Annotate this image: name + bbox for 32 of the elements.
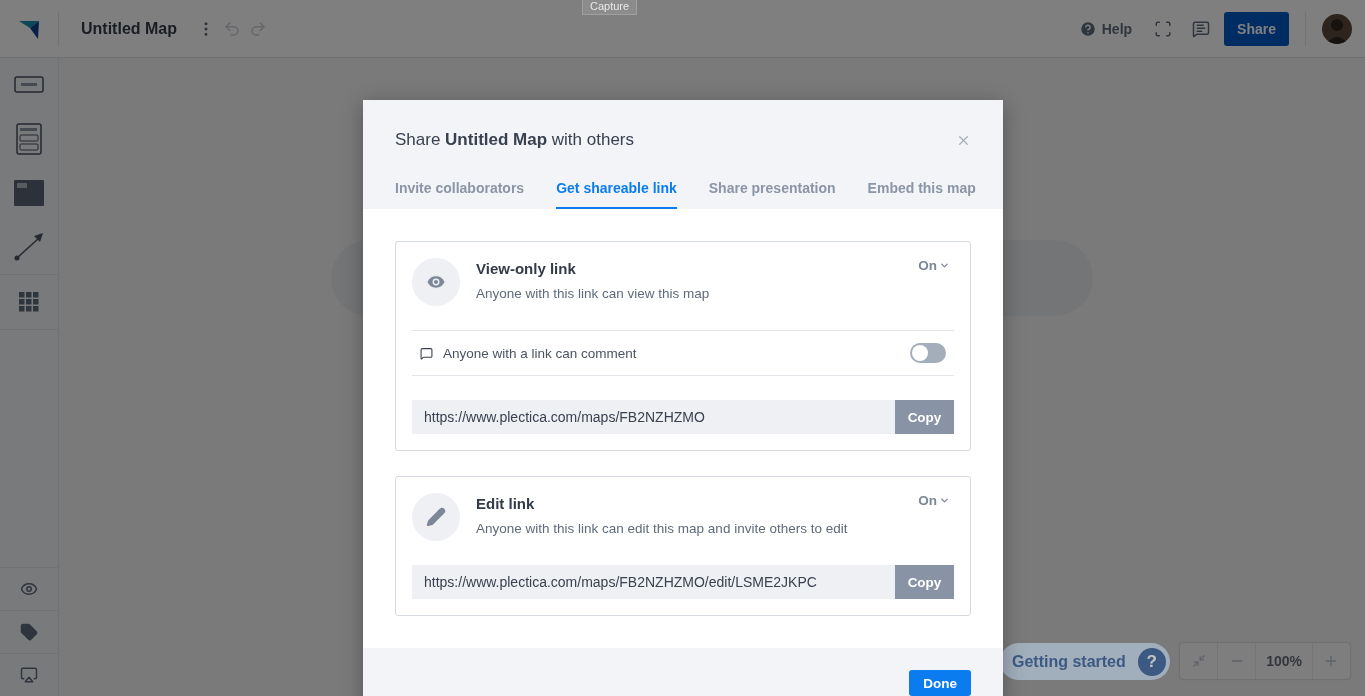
- status-dropdown[interactable]: On: [918, 258, 950, 273]
- link-title: Edit link: [476, 495, 536, 512]
- link-url-field[interactable]: https://www.plectica.com/maps/FB2NZHZMO: [412, 400, 895, 434]
- copy-button[interactable]: Copy: [895, 565, 954, 599]
- caret-icon: [939, 260, 950, 271]
- copy-button[interactable]: Copy: [895, 400, 954, 434]
- tab[interactable]: Embed this map: [867, 180, 976, 209]
- capture-tooltip: Capture: [582, 0, 638, 15]
- help-icon: [1078, 19, 1097, 38]
- status-dropdown[interactable]: On: [918, 493, 950, 508]
- comment-label: Anyone with a link can comment: [443, 345, 638, 361]
- link-url-field[interactable]: https://www.plectica.com/maps/FB2NZHZMO/edit/LSME2JKPC: [412, 565, 895, 599]
- dialog-title: Share Untitled Map with others: [395, 130, 635, 150]
- tab[interactable]: Get shareable link: [556, 180, 677, 209]
- help-button[interactable]: Help: [1074, 15, 1137, 42]
- tab[interactable]: Invite collaborators: [395, 180, 525, 209]
- map-title: Untitled Map: [81, 19, 177, 38]
- help-badge: ?: [1137, 647, 1166, 676]
- comment-icon: [420, 346, 433, 360]
- pencil-icon: [412, 493, 460, 541]
- done-button[interactable]: Done: [909, 670, 971, 696]
- caret-icon: [939, 495, 950, 506]
- share-button[interactable]: Share: [1224, 11, 1289, 46]
- tab[interactable]: Share presentation: [708, 180, 836, 209]
- getting-started-button[interactable]: Getting started ?: [1000, 643, 1170, 680]
- link-description: Anyone with this link can edit this map and invite others to edit: [476, 521, 849, 536]
- link-description: Anyone with this link can view this map: [476, 286, 711, 301]
- comment-toggle[interactable]: [910, 343, 946, 363]
- eye-icon: [412, 258, 460, 306]
- zoom-level: 100%: [1256, 643, 1313, 679]
- link-title: View-only link: [476, 260, 577, 277]
- avatar[interactable]: [1322, 13, 1352, 44]
